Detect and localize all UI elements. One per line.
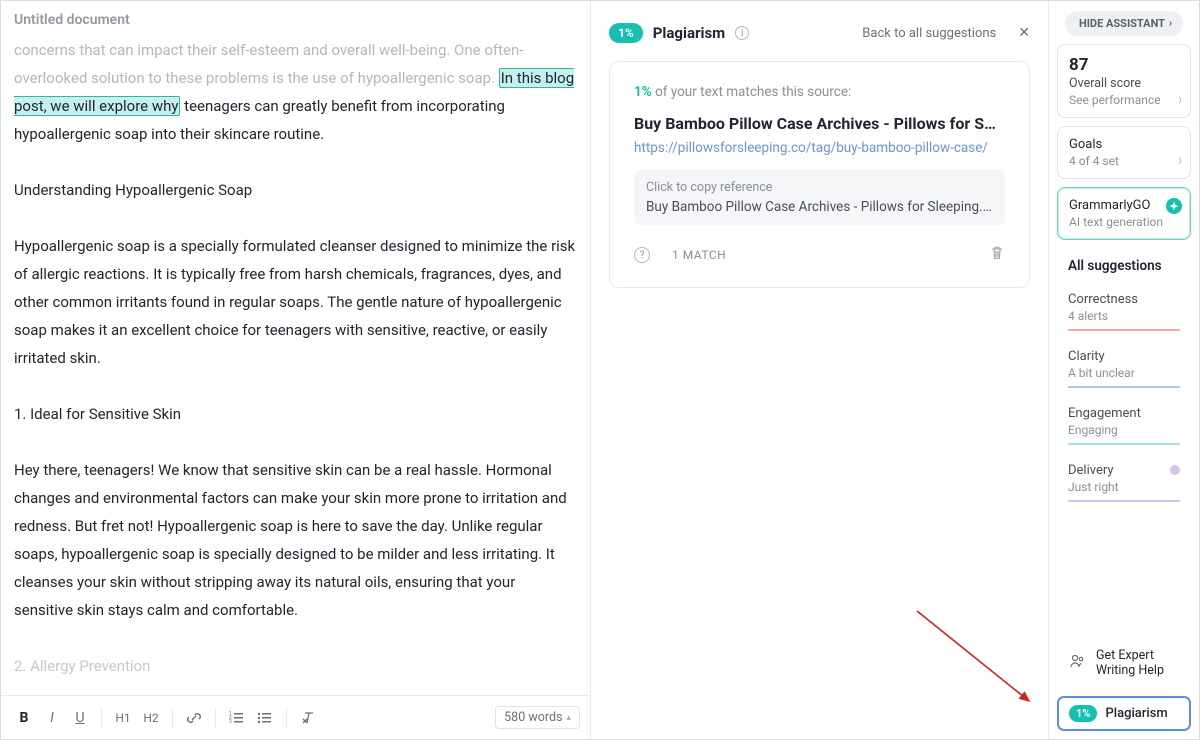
suggestion-pane: 1% Plagiarism i Back to all suggestions … (591, 1, 1049, 739)
grammarlygo-card[interactable]: GrammarlyGO AI text generation ✦ (1057, 187, 1191, 240)
chevron-right-icon: › (1178, 150, 1182, 170)
italic-button[interactable]: I (39, 705, 65, 731)
toolbar-divider (172, 708, 173, 728)
plagiarism-button[interactable]: 1% Plagiarism (1057, 696, 1191, 731)
clarity-item[interactable]: Clarity A bit unclear (1068, 349, 1180, 388)
plagiarism-source-card: 1% of your text matches this source: Buy… (609, 61, 1030, 288)
editor-text-truncated: 2. Allergy Prevention (14, 652, 577, 680)
h1-button[interactable]: H1 (110, 705, 136, 731)
reference-copy-box[interactable]: Click to copy reference Buy Bamboo Pillo… (634, 170, 1005, 225)
hide-assistant-button[interactable]: HIDE ASSISTANT ›› (1065, 11, 1183, 36)
pane-title: Plagiarism (653, 24, 725, 42)
info-icon[interactable]: i (735, 26, 749, 40)
plagiarism-percent-badge: 1% (609, 23, 643, 43)
correctness-item[interactable]: Correctness 4 alerts (1068, 292, 1180, 331)
source-url-link[interactable]: https://pillowsforsleeping.co/tag/buy-ba… (634, 140, 1005, 156)
all-suggestions-link[interactable]: All suggestions (1068, 258, 1180, 274)
delivery-dot-icon (1170, 465, 1180, 475)
score-label: Overall score (1069, 76, 1179, 91)
suggestion-categories: All suggestions Correctness 4 alerts Cla… (1057, 258, 1191, 520)
assistant-sidebar: HIDE ASSISTANT ›› 87 Overall score See p… (1049, 1, 1199, 739)
plagiarism-label: Plagiarism (1105, 706, 1167, 721)
sparkle-icon: ✦ (1166, 198, 1182, 214)
word-count-value: 580 words (504, 710, 562, 725)
editor-paragraph: Hypoallergenic soap is a specially formu… (14, 232, 577, 372)
link-button[interactable] (181, 705, 207, 731)
document-body[interactable]: concerns that can impact their self-este… (1, 36, 590, 695)
plagiarism-percent-badge: 1% (1069, 705, 1097, 722)
editor-text-truncated: concerns that can impact their self-este… (14, 41, 523, 87)
chevron-up-icon: ▴ (566, 713, 571, 723)
bold-button[interactable]: B (11, 705, 37, 731)
bullet-list-button[interactable] (252, 705, 278, 731)
back-to-suggestions-link[interactable]: Back to all suggestions (862, 26, 996, 41)
goals-card[interactable]: Goals 4 of 4 set › (1057, 126, 1191, 179)
word-count[interactable]: 580 words ▴ (495, 706, 580, 729)
toolbar-divider (215, 708, 216, 728)
clear-formatting-button[interactable] (295, 705, 321, 731)
document-title[interactable]: Untitled document (1, 1, 590, 36)
editor-toolbar: B I U H1 H2 123 580 words ▴ (1, 695, 590, 739)
ggo-subtitle: AI text generation (1069, 215, 1179, 229)
reference-text: Buy Bamboo Pillow Case Archives - Pillow… (646, 199, 993, 215)
svg-text:3: 3 (229, 719, 232, 725)
numbered-list-button[interactable]: 123 (224, 705, 250, 731)
toolbar-divider (286, 708, 287, 728)
chevron-right-icon: › (1178, 89, 1182, 109)
editor-heading: Understanding Hypoallergenic Soap (14, 176, 577, 204)
engagement-item[interactable]: Engagement Engaging (1068, 406, 1180, 445)
overall-score-card[interactable]: 87 Overall score See performance › (1057, 44, 1191, 118)
editor-paragraph: Hey there, teenagers! We know that sensi… (14, 456, 577, 624)
source-title[interactable]: Buy Bamboo Pillow Case Archives - Pillow… (634, 114, 1005, 133)
close-icon[interactable]: ✕ (1018, 25, 1030, 41)
editor-pane: Untitled document concerns that can impa… (1, 1, 591, 739)
match-count-label: 1 MATCH (672, 248, 726, 262)
underline-button[interactable]: U (67, 705, 93, 731)
reference-label: Click to copy reference (646, 180, 993, 195)
expert-help-label: Get Expert Writing Help (1096, 648, 1180, 678)
score-sublabel: See performance (1069, 93, 1179, 107)
ggo-title: GrammarlyGO (1069, 198, 1179, 213)
help-icon[interactable]: ? (634, 247, 650, 263)
goals-title: Goals (1069, 137, 1179, 152)
expert-help-link[interactable]: Get Expert Writing Help (1057, 642, 1191, 680)
score-value: 87 (1069, 55, 1179, 75)
toolbar-divider (101, 708, 102, 728)
match-percent-line: 1% of your text matches this source: (634, 84, 1005, 100)
h2-button[interactable]: H2 (138, 705, 164, 731)
editor-list-heading: 1. Ideal for Sensitive Skin (14, 400, 577, 428)
delivery-item[interactable]: Delivery Just right (1068, 463, 1180, 502)
delete-icon[interactable] (989, 245, 1005, 265)
goals-subtitle: 4 of 4 set (1069, 154, 1179, 168)
person-icon (1068, 652, 1086, 674)
